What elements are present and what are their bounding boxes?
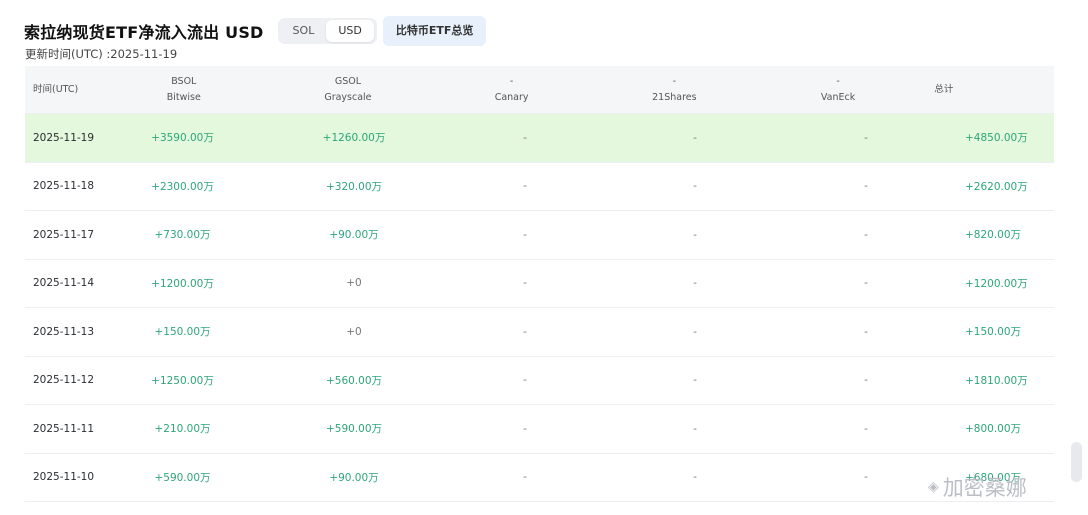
cell-canary: - bbox=[523, 131, 527, 144]
column-header-gsol: GSOL Grayscale bbox=[324, 75, 372, 103]
cell-canary: - bbox=[523, 277, 527, 290]
scrollbar-thumb[interactable] bbox=[1071, 442, 1082, 482]
cell-vaneck: - bbox=[864, 374, 868, 387]
cell-vaneck: - bbox=[864, 131, 868, 144]
cell-21shares: - bbox=[693, 471, 697, 484]
cell-bsol: +1250.00万 bbox=[151, 374, 214, 387]
watermark-logo-icon: ◈ bbox=[928, 479, 939, 495]
cell-gsol: +1260.00万 bbox=[322, 132, 386, 145]
table-row[interactable]: 2025-11-17 +730.00万 +90.00万 - - - +820.00万 bbox=[25, 211, 1054, 260]
table-header: 时间(UTC) BSOL Bitwise GSOL Grayscale - Ca… bbox=[25, 66, 1054, 114]
page-header: 索拉纳现货ETF净流入流出 USD SOL USD 比特币ETF总览 bbox=[24, 14, 487, 48]
cell-date: 2025-11-10 bbox=[33, 471, 95, 484]
updated-time: 更新时间(UTC) :2025-11-19 bbox=[25, 47, 178, 61]
cell-21shares: - bbox=[693, 374, 697, 387]
cell-total: +2620.00万 bbox=[965, 180, 1028, 193]
cell-bsol: +730.00万 bbox=[154, 229, 211, 242]
cell-date: 2025-11-19 bbox=[33, 131, 95, 144]
table-row[interactable]: 2025-11-10 +590.00万 +90.00万 - - - +680.00万 bbox=[25, 454, 1054, 502]
cell-canary: - bbox=[523, 374, 527, 387]
watermark-text: 加密桑娜 bbox=[942, 476, 1027, 500]
cell-21shares: - bbox=[693, 422, 697, 435]
cell-canary: - bbox=[523, 471, 527, 484]
toggle-sol-button[interactable]: SOL bbox=[281, 20, 327, 42]
cell-date: 2025-11-13 bbox=[33, 325, 95, 338]
table-row[interactable]: 2025-11-11 +210.00万 +590.00万 - - - +800.00万 bbox=[25, 405, 1054, 454]
cell-date: 2025-11-17 bbox=[33, 228, 95, 241]
cell-gsol: +0 bbox=[346, 277, 362, 290]
table-row[interactable]: 2025-11-18 +2300.00万 +320.00万 - - - +2620.00万 bbox=[25, 163, 1054, 211]
cell-bsol: +150.00万 bbox=[154, 326, 211, 339]
column-header-total: 总计 bbox=[934, 83, 954, 95]
watermark: ◈ 加密桑娜 bbox=[928, 472, 1027, 502]
toggle-usd-button[interactable]: USD bbox=[326, 20, 374, 42]
cell-gsol: +90.00万 bbox=[329, 229, 379, 242]
cell-21shares: - bbox=[693, 228, 697, 241]
cell-total: +4850.00万 bbox=[965, 132, 1028, 145]
unit-toggle: SOL USD bbox=[277, 18, 377, 44]
cell-canary: - bbox=[523, 325, 527, 338]
cell-total: +1810.00万 bbox=[965, 374, 1028, 387]
cell-vaneck: - bbox=[864, 325, 868, 338]
table-row[interactable]: 2025-11-19 +3590.00万 +1260.00万 - - - +4850.00万 bbox=[25, 114, 1054, 163]
cell-total: +800.00万 bbox=[965, 423, 1022, 436]
cell-bsol: +590.00万 bbox=[154, 471, 211, 484]
column-header-vaneck: - VanEck bbox=[820, 75, 856, 103]
cell-gsol: +590.00万 bbox=[325, 423, 383, 436]
cell-21shares: - bbox=[693, 180, 697, 193]
cell-date: 2025-11-18 bbox=[33, 180, 95, 193]
cell-gsol: +90.00万 bbox=[329, 471, 379, 484]
cell-bsol: +210.00万 bbox=[154, 423, 211, 436]
cell-canary: - bbox=[523, 180, 527, 193]
cell-21shares: - bbox=[693, 277, 697, 290]
cell-21shares: - bbox=[693, 325, 697, 338]
cell-canary: - bbox=[523, 228, 527, 241]
cell-bsol: +1200.00万 bbox=[151, 277, 214, 290]
column-header-bsol: BSOL Bitwise bbox=[166, 75, 201, 103]
cell-vaneck: - bbox=[864, 471, 868, 484]
column-header-date: 时间(UTC) bbox=[33, 83, 79, 95]
cell-gsol: +560.00万 bbox=[325, 374, 383, 387]
cell-date: 2025-11-12 bbox=[33, 374, 95, 387]
cell-vaneck: - bbox=[864, 422, 868, 435]
cell-gsol: +0 bbox=[346, 325, 362, 338]
cell-total: +150.00万 bbox=[965, 326, 1022, 339]
cell-bsol: +2300.00万 bbox=[151, 180, 214, 193]
table-row[interactable]: 2025-11-12 +1250.00万 +560.00万 - - - +1810.00万 bbox=[25, 357, 1054, 405]
cell-total: +1200.00万 bbox=[965, 277, 1028, 290]
page-title: 索拉纳现货ETF净流入流出 USD bbox=[24, 23, 264, 42]
cell-vaneck: - bbox=[864, 277, 868, 290]
cell-gsol: +320.00万 bbox=[325, 180, 383, 193]
cell-total: +820.00万 bbox=[965, 229, 1022, 242]
cell-vaneck: - bbox=[864, 228, 868, 241]
etf-flow-table: 时间(UTC) BSOL Bitwise GSOL Grayscale - Ca… bbox=[25, 66, 1054, 502]
bitcoin-etf-overview-button[interactable]: 比特币ETF总览 bbox=[382, 16, 487, 46]
table-row[interactable]: 2025-11-14 +1200.00万 +0 - - - +1200.00万 bbox=[25, 260, 1054, 308]
table-row[interactable]: 2025-11-13 +150.00万 +0 - - - +150.00万 bbox=[25, 308, 1054, 357]
column-header-21shares: - 21Shares bbox=[652, 75, 697, 103]
cell-21shares: - bbox=[693, 131, 697, 144]
cell-date: 2025-11-14 bbox=[33, 277, 95, 290]
cell-canary: - bbox=[523, 422, 527, 435]
table-body: 2025-11-19 +3590.00万 +1260.00万 - - - +4850.00万… bbox=[25, 114, 1054, 502]
cell-date: 2025-11-11 bbox=[33, 422, 95, 435]
column-header-canary: - Canary bbox=[494, 75, 529, 103]
cell-bsol: +3590.00万 bbox=[151, 132, 214, 145]
cell-vaneck: - bbox=[864, 180, 868, 193]
